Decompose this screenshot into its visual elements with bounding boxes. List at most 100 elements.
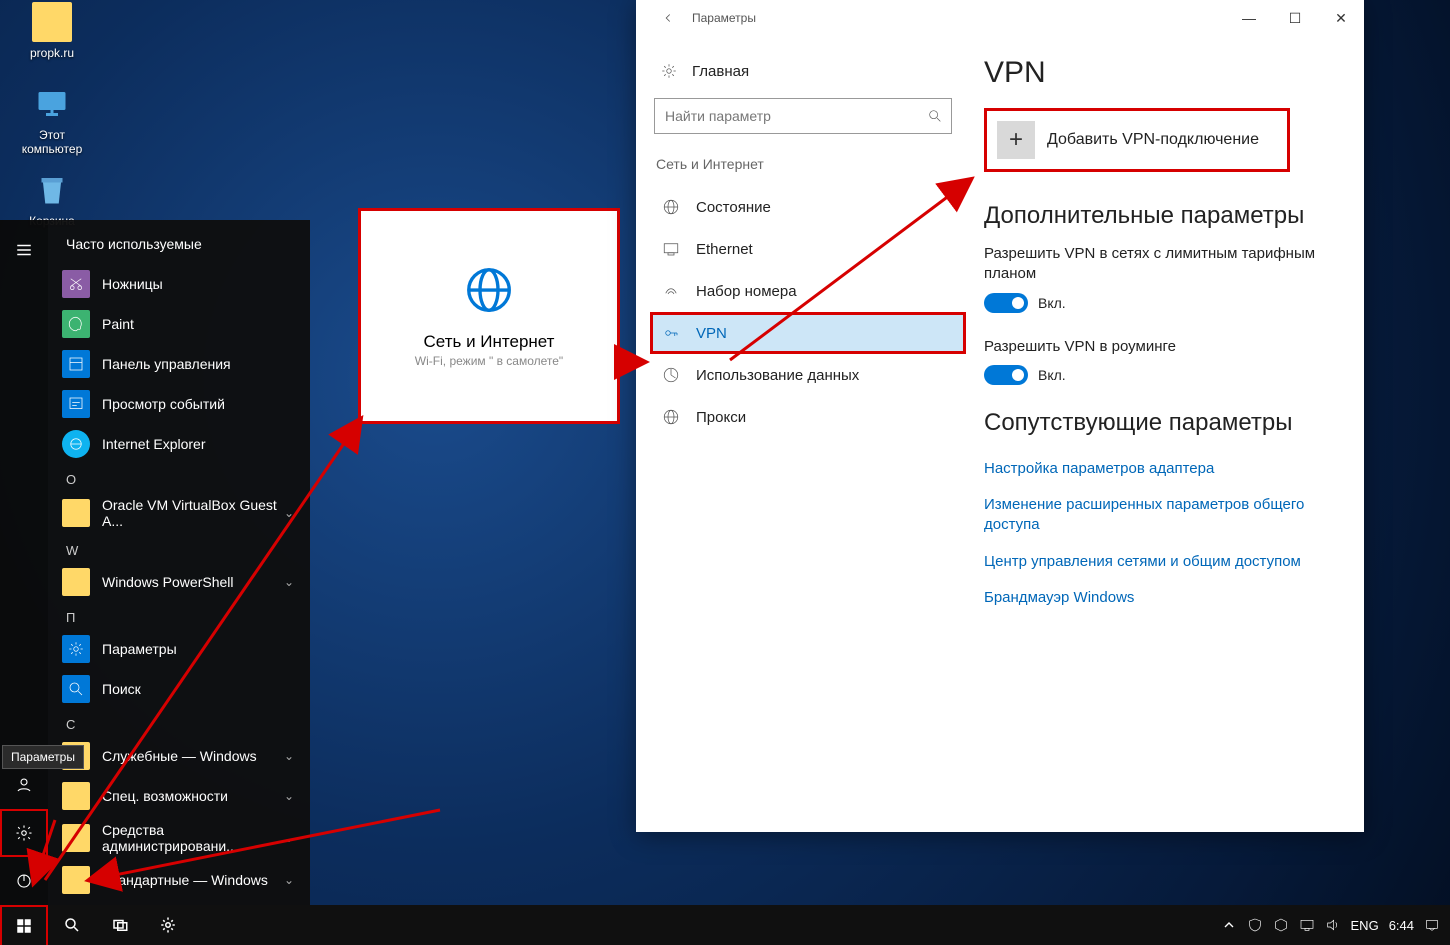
taskview-icon[interactable] xyxy=(96,905,144,945)
link-network-center[interactable]: Центр управления сетями и общим доступом xyxy=(984,544,1334,580)
app-label: Paint xyxy=(102,316,134,332)
event-icon xyxy=(62,390,90,418)
ie-icon xyxy=(62,430,90,458)
palette-icon xyxy=(62,310,90,338)
settings-titlebar[interactable]: Параметры — ☐ ✕ xyxy=(636,0,1364,36)
app-label: Windows PowerShell xyxy=(102,574,234,590)
tray-chevron-icon[interactable] xyxy=(1221,917,1237,933)
desktop-icon-computer[interactable]: Этот компьютер xyxy=(12,84,92,156)
app-item-eventviewer[interactable]: Просмотр событий xyxy=(48,384,310,424)
start-rail xyxy=(0,220,48,905)
plus-icon: + xyxy=(997,121,1035,159)
nav-label: Набор номера xyxy=(696,283,797,300)
folder-icon xyxy=(62,499,90,527)
app-item-oracle[interactable]: Oracle VM VirtualBox Guest A... ⌄ xyxy=(48,491,310,535)
folder-icon xyxy=(32,2,72,42)
back-button[interactable] xyxy=(652,2,684,34)
desktop[interactable]: propk.ru Этот компьютер Корзина xyxy=(0,0,1450,945)
nav-item-vpn[interactable]: VPN xyxy=(650,312,966,354)
nav-home[interactable]: Главная xyxy=(650,52,966,90)
app-label: Параметры xyxy=(102,641,177,657)
taskbar: ENG 6:44 xyxy=(0,905,1450,945)
app-item-paint[interactable]: Paint xyxy=(48,304,310,344)
search-placeholder: Найти параметр xyxy=(665,108,771,124)
maximize-button[interactable]: ☐ xyxy=(1272,3,1318,33)
tray-cube-icon[interactable] xyxy=(1273,917,1289,933)
power-icon[interactable] xyxy=(0,857,48,905)
tray-volume-icon[interactable] xyxy=(1325,917,1341,933)
app-item-snip[interactable]: Ножницы xyxy=(48,264,310,304)
taskbar-search-icon[interactable] xyxy=(48,905,96,945)
toggle-metered[interactable]: Вкл. xyxy=(984,293,1334,313)
apps-letter-w[interactable]: W xyxy=(48,535,310,562)
nav-label: Состояние xyxy=(696,199,771,216)
app-item-accessibility[interactable]: Спец. возможности ⌄ xyxy=(48,776,310,816)
app-label: Спец. возможности xyxy=(102,788,228,804)
bin-icon xyxy=(32,170,72,210)
settings-icon[interactable] xyxy=(0,809,48,857)
hamburger-icon[interactable] xyxy=(0,226,48,274)
nav-item-ethernet[interactable]: Ethernet xyxy=(650,228,966,270)
link-firewall[interactable]: Брандмауэр Windows xyxy=(984,580,1334,616)
app-item-settings[interactable]: Параметры xyxy=(48,629,310,669)
search-icon xyxy=(62,675,90,703)
apps-letter-o[interactable]: O xyxy=(48,464,310,491)
app-item-admin[interactable]: Средства администрировани... ⌄ xyxy=(48,816,310,860)
tray-language[interactable]: ENG xyxy=(1351,918,1379,933)
link-sharing[interactable]: Изменение расширенных параметров общего … xyxy=(984,487,1334,544)
settings-window: Параметры — ☐ ✕ Главная Найти параметр С… xyxy=(636,0,1364,832)
nav-item-proxy[interactable]: Прокси xyxy=(650,396,966,438)
app-label: Панель управления xyxy=(102,356,231,372)
app-label: Просмотр событий xyxy=(102,396,225,412)
apps-letter-s[interactable]: С xyxy=(48,709,310,736)
nav-item-status[interactable]: Состояние xyxy=(650,186,966,228)
nav-item-dialup[interactable]: Набор номера xyxy=(650,270,966,312)
toggle-switch[interactable] xyxy=(984,365,1028,385)
folder-icon xyxy=(62,866,90,894)
window-title: Параметры xyxy=(692,11,756,25)
dialup-icon xyxy=(662,282,680,300)
add-vpn-label: Добавить VPN-подключение xyxy=(1047,131,1259,149)
nav-item-data[interactable]: Использование данных xyxy=(650,354,966,396)
tray-shield-icon[interactable] xyxy=(1247,917,1263,933)
window-controls: — ☐ ✕ xyxy=(1226,3,1364,33)
nav-search[interactable]: Найти параметр xyxy=(654,98,952,134)
minimize-button[interactable]: — xyxy=(1226,3,1272,33)
network-internet-tile[interactable]: Сеть и Интернет Wi-Fi, режим " в самолет… xyxy=(358,208,620,424)
taskbar-settings-icon[interactable] xyxy=(144,905,192,945)
tray-notifications-icon[interactable] xyxy=(1424,917,1440,933)
app-label: Стандартные — Windows xyxy=(102,872,268,888)
app-item-ie[interactable]: Internet Explorer xyxy=(48,424,310,464)
app-item-powershell[interactable]: Windows PowerShell ⌄ xyxy=(48,562,310,602)
folder-icon xyxy=(62,782,90,810)
app-label: Ножницы xyxy=(102,276,163,292)
folder-icon xyxy=(62,824,90,852)
apps-letter-p[interactable]: П xyxy=(48,602,310,629)
app-item-search[interactable]: Поиск xyxy=(48,669,310,709)
related-heading: Сопутствующие параметры xyxy=(984,409,1334,437)
chevron-down-icon: ⌄ xyxy=(284,749,294,763)
folder-icon xyxy=(62,568,90,596)
tray-clock[interactable]: 6:44 xyxy=(1389,918,1414,933)
chevron-down-icon: ⌄ xyxy=(284,575,294,589)
app-item-system[interactable]: Служебные — Windows ⌄ xyxy=(48,736,310,776)
add-vpn-button[interactable]: + Добавить VPN-подключение xyxy=(984,108,1290,172)
vpn-icon xyxy=(662,324,680,342)
desktop-icon-label: Этот компьютер xyxy=(12,128,92,156)
app-item-standard[interactable]: Стандартные — Windows ⌄ xyxy=(48,860,310,900)
chevron-down-icon: ⌄ xyxy=(284,789,294,803)
desktop-icon-folder[interactable]: propk.ru xyxy=(12,2,92,60)
toggle-switch[interactable] xyxy=(984,293,1028,313)
chevron-down-icon: ⌄ xyxy=(284,506,294,520)
data-usage-icon xyxy=(662,366,680,384)
app-item-controlpanel[interactable]: Панель управления xyxy=(48,344,310,384)
close-button[interactable]: ✕ xyxy=(1318,3,1364,33)
nav-label: Прокси xyxy=(696,409,746,426)
toggle-roaming[interactable]: Вкл. xyxy=(984,365,1334,385)
app-label: Служебные — Windows xyxy=(102,748,257,764)
start-menu: Часто используемые Ножницы Paint Панель … xyxy=(0,220,310,905)
start-button[interactable] xyxy=(0,905,48,945)
tray-network-icon[interactable] xyxy=(1299,917,1315,933)
system-tray: ENG 6:44 xyxy=(1211,917,1450,933)
link-adapter[interactable]: Настройка параметров адаптера xyxy=(984,451,1334,487)
